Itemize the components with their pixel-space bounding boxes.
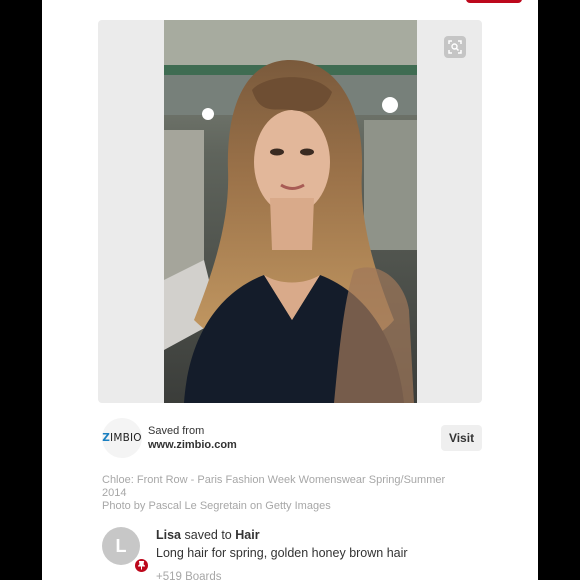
save-button[interactable] [466, 0, 522, 3]
pin-image-container[interactable] [98, 20, 482, 403]
source-row: Z IMBIO Saved from www.zimbio.com Visit [102, 418, 482, 458]
saved-to-text: saved to [184, 528, 232, 542]
visual-search-button[interactable] [444, 36, 466, 58]
avatar[interactable]: L [102, 527, 140, 565]
source-logo-mark: Z [102, 432, 111, 444]
caption-line: Chloe: Front Row - Paris Fashion Week Wo… [102, 474, 446, 486]
saver-row: L Lisa saved to Hair Long hair for sprin… [102, 525, 482, 580]
caption-credit: Photo by Pascal Le Segretain on Getty Im… [102, 500, 331, 512]
saved-from-label: Saved from [148, 425, 205, 437]
pin-detail-panel: Z IMBIO Saved from www.zimbio.com Visit C… [42, 0, 538, 580]
visual-search-icon [448, 40, 462, 54]
pin-badge [134, 558, 149, 573]
saved-to-line: Lisa saved to Hair [156, 528, 260, 542]
caption-line: 2014 [102, 487, 127, 499]
source-logo[interactable]: Z IMBIO [102, 418, 142, 458]
source-logo-text: IMBIO [110, 432, 142, 444]
saver-name[interactable]: Lisa [156, 528, 181, 542]
boards-count[interactable]: +519 Boards [156, 571, 222, 580]
visit-button[interactable]: Visit [441, 425, 482, 451]
source-url-link[interactable]: www.zimbio.com [148, 439, 237, 451]
pin-description: Long hair for spring, golden honey brown… [156, 546, 408, 560]
pin-caption: Chloe: Front Row - Paris Fashion Week Wo… [102, 474, 482, 513]
board-name[interactable]: Hair [235, 528, 259, 542]
pin-image[interactable] [164, 20, 417, 403]
pin-icon [138, 561, 145, 570]
